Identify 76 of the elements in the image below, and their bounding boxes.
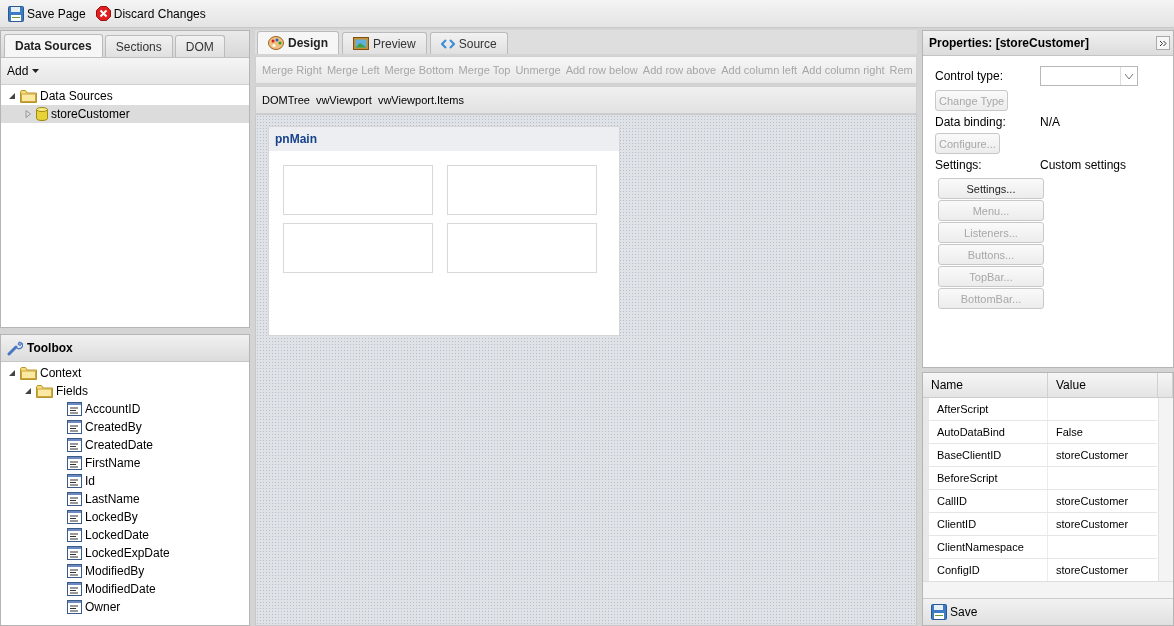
property-name-cell: BeforeScript (923, 466, 1048, 489)
field-icon (67, 546, 82, 560)
field-value: N/A (1040, 115, 1061, 129)
property-name-cell: ClientNamespace (923, 535, 1048, 558)
add-menu-button[interactable]: Add (7, 64, 40, 78)
field-icon (67, 492, 82, 506)
tab[interactable]: Design (257, 31, 339, 54)
breadcrumb-link[interactable]: DOMTree (262, 94, 310, 106)
wrench-icon (7, 340, 23, 356)
tree-item[interactable]: Owner (1, 598, 249, 616)
settings-button[interactable]: Settings... (938, 178, 1044, 199)
tree-item[interactable]: FirstName (1, 454, 249, 472)
property-name-cell: BaseClientID (923, 443, 1048, 466)
field-icon (67, 402, 82, 416)
breadcrumb-link[interactable]: vwViewport.Items (377, 94, 464, 106)
field-icon (67, 528, 82, 542)
toolbox-title: Toolbox (27, 341, 73, 355)
field-value: Custom settings (1040, 158, 1128, 172)
field-icon (67, 420, 82, 434)
vertical-scrollbar[interactable] (1158, 397, 1173, 582)
field-label: Control type: (935, 69, 1005, 83)
property-name-cell: ClientID (923, 512, 1048, 535)
save-button[interactable]: Save (929, 604, 980, 621)
collapse-button[interactable] (1156, 36, 1170, 50)
tree-item[interactable]: Id (1, 472, 249, 490)
code-icon (440, 38, 455, 49)
folder-icon (20, 89, 37, 103)
properties-title: Properties: [storeCustomer] (929, 36, 1090, 50)
tab[interactable]: Source (429, 32, 508, 54)
tree-item[interactable]: Fields (1, 382, 249, 400)
field-label: Settings: (935, 158, 983, 172)
horizontal-scrollbar[interactable] (923, 581, 1173, 599)
field-icon (67, 474, 82, 488)
tab[interactable]: Data Sources (4, 34, 103, 57)
tree-item[interactable]: storeCustomer (1, 105, 249, 123)
tree-item[interactable]: Data Sources (1, 87, 249, 105)
discard-changes-button[interactable]: Discard Changes (93, 6, 208, 21)
tree-item[interactable]: LockedDate (1, 526, 249, 544)
tree-item[interactable]: ModifiedDate (1, 580, 249, 598)
tree-item[interactable]: LastName (1, 490, 249, 508)
tree-item[interactable]: ModifiedBy (1, 562, 249, 580)
column-header[interactable]: Value (1048, 373, 1158, 397)
property-name-cell: AutoDataBind (923, 420, 1048, 443)
picture-icon (353, 37, 369, 50)
close-icon (95, 6, 111, 21)
tree-item[interactable]: Context (1, 364, 249, 382)
breadcrumb-link[interactable]: vwViewport (315, 94, 372, 106)
save-page-button[interactable]: Save Page (6, 5, 88, 22)
tree-item[interactable]: CreatedBy (1, 418, 249, 436)
field-icon (67, 600, 82, 614)
folder-icon (20, 366, 37, 380)
expanded-triangle-icon[interactable] (7, 368, 17, 378)
expanded-triangle-icon[interactable] (23, 386, 33, 396)
caret-icon (32, 69, 40, 73)
double-chevron-icon (1159, 39, 1167, 47)
tree-item[interactable]: LockedBy (1, 508, 249, 526)
panel-title: pnMain (275, 132, 317, 146)
property-name-cell: CallID (923, 489, 1048, 512)
field-icon (67, 510, 82, 524)
property-name-cell: AfterScript (923, 397, 1048, 420)
field-label: Data binding: (935, 115, 1007, 129)
tree-item[interactable]: AccountID (1, 400, 249, 418)
field-icon (67, 456, 82, 470)
palette-icon (268, 36, 284, 50)
expanded-triangle-icon[interactable] (7, 91, 17, 101)
field-icon (67, 564, 82, 578)
database-icon (36, 107, 48, 121)
field-icon (67, 438, 82, 452)
tab[interactable]: Sections (104, 35, 173, 57)
tab[interactable]: DOM (174, 35, 225, 57)
tree-item[interactable]: LockedExpDate (1, 544, 249, 562)
column-header[interactable]: Name (923, 373, 1048, 397)
folder-icon (36, 384, 53, 398)
field-icon (67, 582, 82, 596)
tree-item[interactable]: CreatedDate (1, 436, 249, 454)
tab[interactable]: Preview (342, 32, 427, 54)
